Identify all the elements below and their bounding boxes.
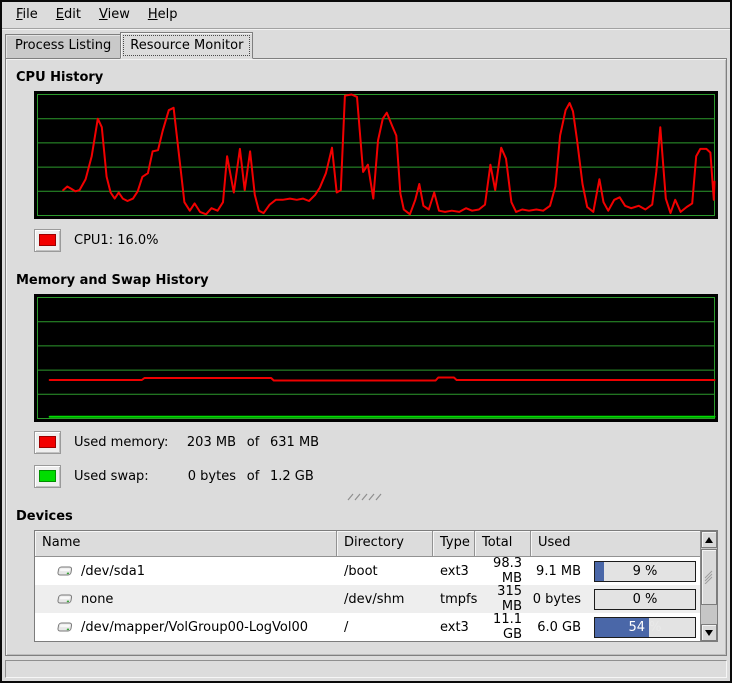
pane-resize-grip[interactable] (12, 492, 722, 502)
status-bar (5, 660, 727, 678)
devices-table: Name Directory Type Total Used (34, 530, 718, 642)
swap-legend-label: Used swap: (74, 469, 178, 484)
memory-used-value: 203 MB (178, 435, 236, 450)
column-header-used[interactable]: Used (531, 531, 700, 557)
swap-color-chip (39, 470, 56, 482)
cpu-color-chip (39, 234, 56, 246)
memory-of-label: of (236, 435, 270, 450)
scroll-up-button[interactable] (701, 531, 717, 548)
device-directory-cell: /boot (337, 564, 433, 579)
drive-icon (56, 564, 74, 578)
cpu-history-graph (34, 91, 718, 219)
pane-grip-icon (347, 493, 387, 501)
usage-progress-fill: 54 % (595, 618, 649, 637)
device-type-cell: ext3 (433, 564, 475, 579)
memory-color-swatch-button[interactable] (34, 431, 61, 454)
column-header-name[interactable]: Name (35, 531, 337, 557)
usage-progress-bar: 9 % 9 % (594, 561, 696, 582)
cpu-color-swatch-button[interactable] (34, 229, 61, 252)
usage-progress-bar: 0 % 0 % (594, 589, 696, 610)
device-total-cell: 315 MB (475, 584, 531, 614)
device-name-cell: /dev/mapper/VolGroup00-LogVol00 (35, 620, 337, 635)
scroll-down-icon (705, 630, 713, 636)
device-row-sda1[interactable]: /dev/sda1 /boot ext3 98.3 MB 9.1 MB 9 % … (35, 557, 700, 585)
usage-progress-bar: 54 % 54 % (594, 617, 696, 638)
scroll-up-icon (705, 537, 713, 543)
device-row-none[interactable]: none /dev/shm tmpfs 315 MB 0 bytes 0 % 0… (35, 585, 700, 613)
usage-progress-fill: 9 % (595, 562, 604, 581)
system-monitor-window: File Edit View Help Process Listing Reso… (0, 0, 732, 683)
memory-total-value: 631 MB (270, 435, 330, 450)
memory-swap-graph (34, 294, 718, 422)
memory-legend-label: Used memory: (74, 435, 178, 450)
menu-view[interactable]: View (91, 5, 140, 25)
column-header-type[interactable]: Type (433, 531, 475, 557)
swap-legend-row: Used swap: 0 bytes of 1.2 GB (34, 464, 722, 488)
drive-icon (56, 620, 74, 634)
resource-monitor-page: CPU History CPU1: 16.0% Memory and Swap … (5, 58, 727, 656)
device-used-cell: 9.1 MB 9 % 9 % (531, 561, 700, 582)
tab-process-listing[interactable]: Process Listing (5, 34, 120, 58)
device-name-cell: /dev/sda1 (35, 564, 337, 579)
scroll-down-button[interactable] (701, 624, 717, 641)
devices-table-main: Name Directory Type Total Used (35, 531, 700, 641)
devices-vertical-scrollbar[interactable] (700, 531, 717, 641)
menu-help[interactable]: Help (140, 5, 188, 25)
memory-color-chip (39, 436, 56, 448)
swap-of-label: of (236, 469, 270, 484)
drive-icon (56, 592, 74, 606)
device-type-cell: tmpfs (433, 592, 475, 607)
column-header-total[interactable]: Total (475, 531, 531, 557)
swap-color-swatch-button[interactable] (34, 465, 61, 488)
device-used-cell: 6.0 GB 54 % 54 % (531, 617, 700, 638)
memory-graph-canvas (34, 294, 718, 422)
cpu-history-title: CPU History (16, 69, 722, 86)
scrollbar-grip-icon (704, 570, 714, 584)
swap-total-value: 1.2 GB (270, 469, 330, 484)
cpu-graph-canvas (34, 91, 718, 219)
column-header-directory[interactable]: Directory (337, 531, 433, 557)
memory-history-title: Memory and Swap History (16, 272, 722, 289)
device-used-cell: 0 bytes 0 % 0 % (531, 589, 700, 610)
tab-resource-monitor[interactable]: Resource Monitor (120, 32, 253, 59)
device-total-cell: 98.3 MB (475, 556, 531, 586)
swap-used-value: 0 bytes (178, 469, 236, 484)
memory-legend-row: Used memory: 203 MB of 631 MB (34, 430, 722, 454)
device-directory-cell: /dev/shm (337, 592, 433, 607)
device-row-volgroup[interactable]: /dev/mapper/VolGroup00-LogVol00 / ext3 1… (35, 613, 700, 641)
device-name-cell: none (35, 592, 337, 607)
menu-edit[interactable]: Edit (48, 5, 91, 25)
device-type-cell: ext3 (433, 620, 475, 635)
scrollbar-thumb[interactable] (701, 549, 717, 605)
cpu-legend-label: CPU1: 16.0% (74, 233, 159, 248)
devices-table-header: Name Directory Type Total Used (35, 531, 700, 557)
device-total-cell: 11.1 GB (475, 612, 531, 641)
menu-file[interactable]: File (8, 5, 48, 25)
cpu-legend: CPU1: 16.0% (34, 228, 722, 252)
menubar: File Edit View Help (2, 2, 730, 28)
devices-title: Devices (16, 508, 722, 525)
tab-bar: Process Listing Resource Monitor (2, 30, 730, 58)
device-directory-cell: / (337, 620, 433, 635)
